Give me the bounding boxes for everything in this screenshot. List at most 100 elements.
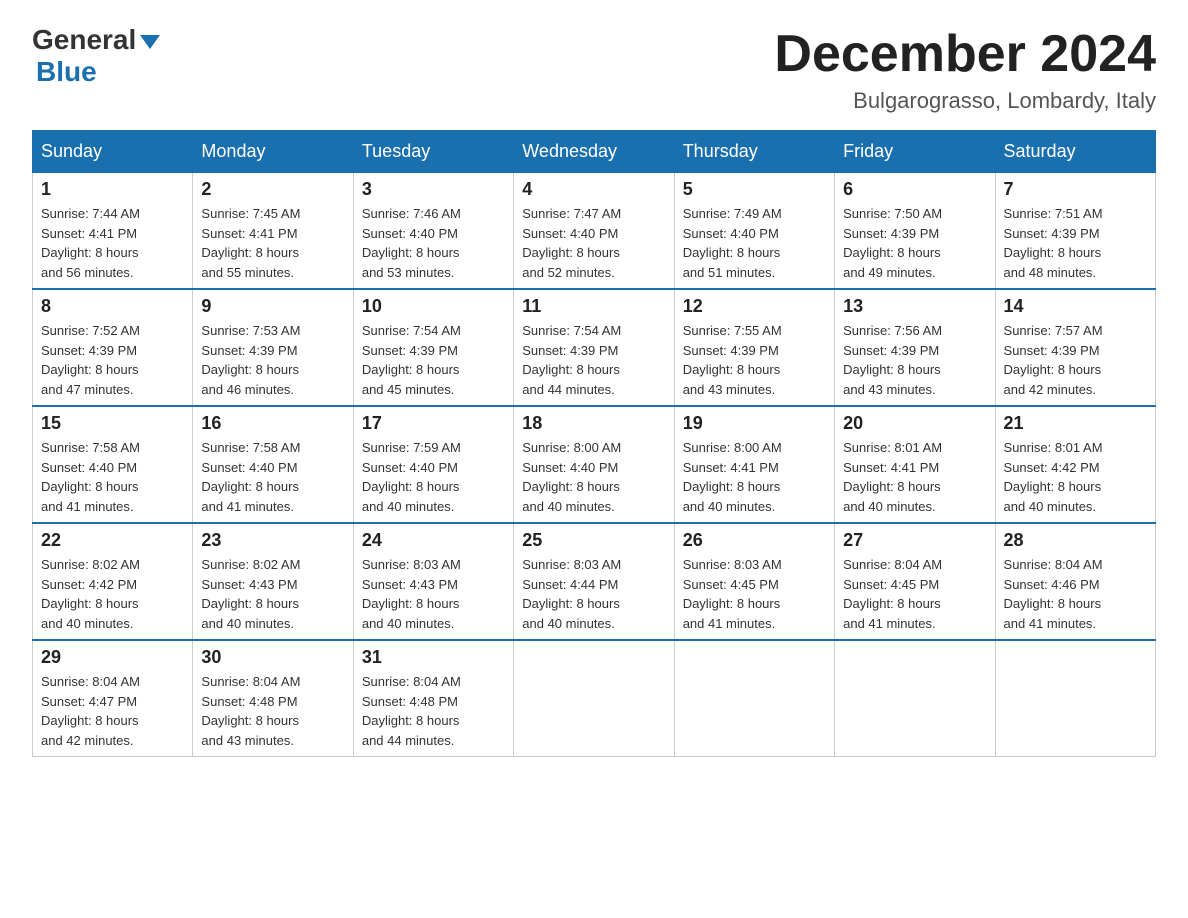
day-info: Sunrise: 7:52 AM Sunset: 4:39 PM Dayligh…	[41, 321, 184, 399]
col-saturday: Saturday	[995, 131, 1155, 173]
day-number: 24	[362, 530, 505, 551]
calendar-week-row: 8 Sunrise: 7:52 AM Sunset: 4:39 PM Dayli…	[33, 289, 1156, 406]
col-thursday: Thursday	[674, 131, 834, 173]
logo-top: General	[32, 24, 160, 56]
calendar-cell: 6 Sunrise: 7:50 AM Sunset: 4:39 PM Dayli…	[835, 173, 995, 290]
day-number: 12	[683, 296, 826, 317]
calendar-week-row: 15 Sunrise: 7:58 AM Sunset: 4:40 PM Dayl…	[33, 406, 1156, 523]
day-number: 23	[201, 530, 344, 551]
col-sunday: Sunday	[33, 131, 193, 173]
day-info: Sunrise: 8:04 AM Sunset: 4:46 PM Dayligh…	[1004, 555, 1147, 633]
day-info: Sunrise: 7:45 AM Sunset: 4:41 PM Dayligh…	[201, 204, 344, 282]
day-info: Sunrise: 8:02 AM Sunset: 4:42 PM Dayligh…	[41, 555, 184, 633]
day-number: 22	[41, 530, 184, 551]
logo: General Blue	[32, 24, 160, 88]
day-number: 29	[41, 647, 184, 668]
day-info: Sunrise: 8:00 AM Sunset: 4:40 PM Dayligh…	[522, 438, 665, 516]
logo-blue-text: Blue	[36, 56, 97, 88]
calendar-cell	[995, 640, 1155, 757]
calendar-table: Sunday Monday Tuesday Wednesday Thursday…	[32, 130, 1156, 757]
calendar-week-row: 29 Sunrise: 8:04 AM Sunset: 4:47 PM Dayl…	[33, 640, 1156, 757]
calendar-cell: 7 Sunrise: 7:51 AM Sunset: 4:39 PM Dayli…	[995, 173, 1155, 290]
col-tuesday: Tuesday	[353, 131, 513, 173]
calendar-cell	[674, 640, 834, 757]
day-info: Sunrise: 8:00 AM Sunset: 4:41 PM Dayligh…	[683, 438, 826, 516]
calendar-cell: 26 Sunrise: 8:03 AM Sunset: 4:45 PM Dayl…	[674, 523, 834, 640]
calendar-body: 1 Sunrise: 7:44 AM Sunset: 4:41 PM Dayli…	[33, 173, 1156, 757]
calendar-cell: 9 Sunrise: 7:53 AM Sunset: 4:39 PM Dayli…	[193, 289, 353, 406]
calendar-cell: 25 Sunrise: 8:03 AM Sunset: 4:44 PM Dayl…	[514, 523, 674, 640]
day-info: Sunrise: 7:55 AM Sunset: 4:39 PM Dayligh…	[683, 321, 826, 399]
calendar-cell: 1 Sunrise: 7:44 AM Sunset: 4:41 PM Dayli…	[33, 173, 193, 290]
calendar-cell: 8 Sunrise: 7:52 AM Sunset: 4:39 PM Dayli…	[33, 289, 193, 406]
calendar-header-row: Sunday Monday Tuesday Wednesday Thursday…	[33, 131, 1156, 173]
day-info: Sunrise: 8:03 AM Sunset: 4:44 PM Dayligh…	[522, 555, 665, 633]
day-info: Sunrise: 8:03 AM Sunset: 4:43 PM Dayligh…	[362, 555, 505, 633]
calendar-week-row: 22 Sunrise: 8:02 AM Sunset: 4:42 PM Dayl…	[33, 523, 1156, 640]
calendar-cell: 13 Sunrise: 7:56 AM Sunset: 4:39 PM Dayl…	[835, 289, 995, 406]
calendar-cell: 3 Sunrise: 7:46 AM Sunset: 4:40 PM Dayli…	[353, 173, 513, 290]
calendar-cell: 31 Sunrise: 8:04 AM Sunset: 4:48 PM Dayl…	[353, 640, 513, 757]
calendar-cell	[514, 640, 674, 757]
calendar-cell: 14 Sunrise: 7:57 AM Sunset: 4:39 PM Dayl…	[995, 289, 1155, 406]
calendar-cell: 30 Sunrise: 8:04 AM Sunset: 4:48 PM Dayl…	[193, 640, 353, 757]
title-section: December 2024 Bulgarograsso, Lombardy, I…	[774, 24, 1156, 114]
calendar-week-row: 1 Sunrise: 7:44 AM Sunset: 4:41 PM Dayli…	[33, 173, 1156, 290]
day-number: 15	[41, 413, 184, 434]
calendar-cell: 16 Sunrise: 7:58 AM Sunset: 4:40 PM Dayl…	[193, 406, 353, 523]
calendar-cell: 23 Sunrise: 8:02 AM Sunset: 4:43 PM Dayl…	[193, 523, 353, 640]
day-info: Sunrise: 7:58 AM Sunset: 4:40 PM Dayligh…	[41, 438, 184, 516]
day-info: Sunrise: 7:51 AM Sunset: 4:39 PM Dayligh…	[1004, 204, 1147, 282]
calendar-cell: 22 Sunrise: 8:02 AM Sunset: 4:42 PM Dayl…	[33, 523, 193, 640]
day-number: 10	[362, 296, 505, 317]
day-info: Sunrise: 7:59 AM Sunset: 4:40 PM Dayligh…	[362, 438, 505, 516]
day-number: 14	[1004, 296, 1147, 317]
calendar-cell: 17 Sunrise: 7:59 AM Sunset: 4:40 PM Dayl…	[353, 406, 513, 523]
day-info: Sunrise: 7:54 AM Sunset: 4:39 PM Dayligh…	[362, 321, 505, 399]
calendar-cell: 5 Sunrise: 7:49 AM Sunset: 4:40 PM Dayli…	[674, 173, 834, 290]
col-monday: Monday	[193, 131, 353, 173]
calendar-cell: 28 Sunrise: 8:04 AM Sunset: 4:46 PM Dayl…	[995, 523, 1155, 640]
day-number: 28	[1004, 530, 1147, 551]
calendar-cell: 18 Sunrise: 8:00 AM Sunset: 4:40 PM Dayl…	[514, 406, 674, 523]
calendar-cell: 11 Sunrise: 7:54 AM Sunset: 4:39 PM Dayl…	[514, 289, 674, 406]
day-number: 26	[683, 530, 826, 551]
day-number: 27	[843, 530, 986, 551]
day-info: Sunrise: 8:01 AM Sunset: 4:41 PM Dayligh…	[843, 438, 986, 516]
calendar-cell: 27 Sunrise: 8:04 AM Sunset: 4:45 PM Dayl…	[835, 523, 995, 640]
day-number: 6	[843, 179, 986, 200]
calendar-cell: 12 Sunrise: 7:55 AM Sunset: 4:39 PM Dayl…	[674, 289, 834, 406]
day-number: 18	[522, 413, 665, 434]
col-wednesday: Wednesday	[514, 131, 674, 173]
day-info: Sunrise: 8:04 AM Sunset: 4:48 PM Dayligh…	[201, 672, 344, 750]
day-info: Sunrise: 8:04 AM Sunset: 4:47 PM Dayligh…	[41, 672, 184, 750]
calendar-cell	[835, 640, 995, 757]
calendar-cell: 19 Sunrise: 8:00 AM Sunset: 4:41 PM Dayl…	[674, 406, 834, 523]
main-title: December 2024	[774, 24, 1156, 84]
day-info: Sunrise: 8:01 AM Sunset: 4:42 PM Dayligh…	[1004, 438, 1147, 516]
page-header: General Blue December 2024 Bulgarograsso…	[32, 24, 1156, 114]
day-number: 20	[843, 413, 986, 434]
calendar-cell: 4 Sunrise: 7:47 AM Sunset: 4:40 PM Dayli…	[514, 173, 674, 290]
day-number: 17	[362, 413, 505, 434]
day-number: 13	[843, 296, 986, 317]
day-number: 21	[1004, 413, 1147, 434]
day-info: Sunrise: 7:47 AM Sunset: 4:40 PM Dayligh…	[522, 204, 665, 282]
day-info: Sunrise: 7:53 AM Sunset: 4:39 PM Dayligh…	[201, 321, 344, 399]
day-info: Sunrise: 7:54 AM Sunset: 4:39 PM Dayligh…	[522, 321, 665, 399]
day-info: Sunrise: 8:04 AM Sunset: 4:45 PM Dayligh…	[843, 555, 986, 633]
day-number: 31	[362, 647, 505, 668]
calendar-cell: 10 Sunrise: 7:54 AM Sunset: 4:39 PM Dayl…	[353, 289, 513, 406]
calendar-cell: 20 Sunrise: 8:01 AM Sunset: 4:41 PM Dayl…	[835, 406, 995, 523]
day-number: 30	[201, 647, 344, 668]
calendar-cell: 15 Sunrise: 7:58 AM Sunset: 4:40 PM Dayl…	[33, 406, 193, 523]
day-info: Sunrise: 7:44 AM Sunset: 4:41 PM Dayligh…	[41, 204, 184, 282]
calendar-cell: 29 Sunrise: 8:04 AM Sunset: 4:47 PM Dayl…	[33, 640, 193, 757]
day-info: Sunrise: 8:04 AM Sunset: 4:48 PM Dayligh…	[362, 672, 505, 750]
day-info: Sunrise: 7:57 AM Sunset: 4:39 PM Dayligh…	[1004, 321, 1147, 399]
day-number: 16	[201, 413, 344, 434]
day-info: Sunrise: 8:02 AM Sunset: 4:43 PM Dayligh…	[201, 555, 344, 633]
day-number: 2	[201, 179, 344, 200]
day-number: 7	[1004, 179, 1147, 200]
day-number: 5	[683, 179, 826, 200]
